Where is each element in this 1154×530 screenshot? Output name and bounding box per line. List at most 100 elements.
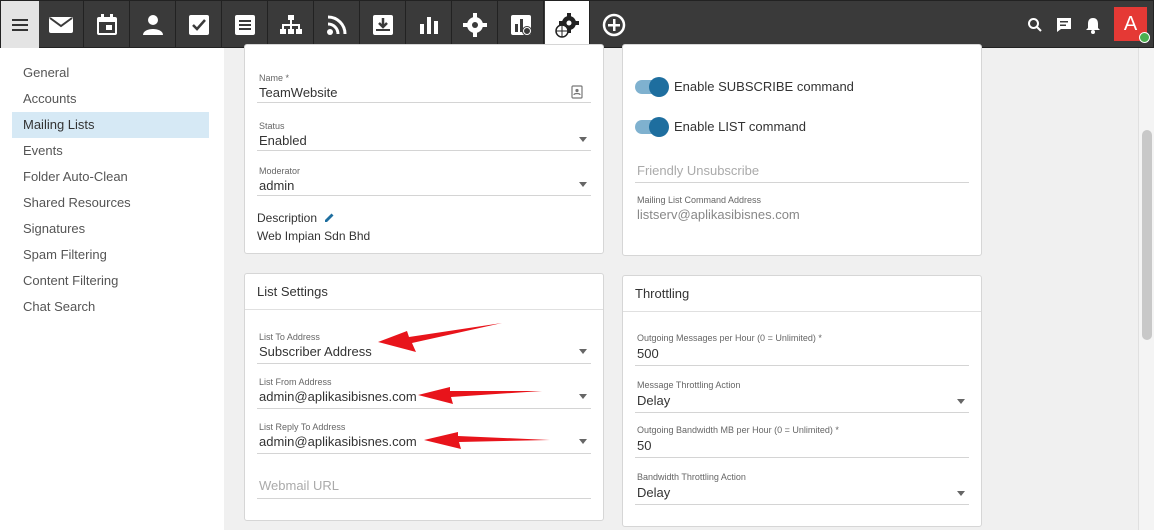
nav-rss-button[interactable]	[315, 1, 360, 48]
webmail-url-placeholder: Webmail URL	[259, 478, 339, 493]
throttling-title: Throttling	[623, 276, 981, 312]
sidebar-item-general[interactable]: General	[12, 60, 209, 86]
list-from-address-select[interactable]: List From Address admin@aplikasibisnes.c…	[257, 377, 591, 409]
notifications-button[interactable]	[1081, 13, 1105, 37]
status-value: Enabled	[259, 133, 307, 148]
chevron-down-icon	[579, 137, 587, 142]
menu-icon	[12, 19, 28, 31]
name-value: TeamWebsite	[259, 85, 338, 100]
list-settings-card: List Settings List To Address Subscriber…	[244, 273, 604, 521]
outgoing-bandwidth-value: 50	[637, 438, 652, 453]
menu-button[interactable]	[1, 1, 39, 49]
sidebar-item-signatures[interactable]: Signatures	[12, 216, 209, 242]
calendar-icon	[97, 13, 117, 35]
settings-icon	[463, 12, 487, 37]
bandwidth-throttling-action-label: Bandwidth Throttling Action	[637, 472, 746, 482]
chevron-down-icon	[579, 349, 587, 354]
settings-sidebar: General Accounts Mailing Lists Events Fo…	[0, 48, 222, 530]
status-select[interactable]: Status Enabled	[257, 121, 591, 151]
sidebar-item-mailing-lists[interactable]: Mailing Lists	[12, 112, 209, 138]
description-field: Description Web Impian Sdn Bhd	[257, 211, 591, 251]
sidebar-item-folder-auto-clean[interactable]: Folder Auto-Clean	[12, 164, 209, 190]
vertical-scrollbar[interactable]	[1138, 48, 1154, 530]
name-label: Name *	[259, 73, 290, 83]
list-to-address-value: Subscriber Address	[259, 344, 372, 359]
chat-button[interactable]	[1052, 13, 1076, 37]
nav-domain-reports-button[interactable]	[499, 1, 544, 48]
reports-icon	[420, 16, 438, 34]
chat-icon	[1057, 18, 1071, 32]
sitemap-icon	[280, 14, 302, 34]
list-settings-title: List Settings	[245, 274, 603, 310]
message-throttling-action-value: Delay	[637, 393, 671, 408]
nav-reports-button[interactable]	[407, 1, 452, 48]
moderator-value: admin	[259, 178, 295, 193]
sidebar-item-shared-resources[interactable]: Shared Resources	[12, 190, 209, 216]
nav-settings-button[interactable]	[453, 1, 498, 48]
list-to-address-select[interactable]: List To Address Subscriber Address	[257, 332, 591, 364]
tasks-icon	[189, 14, 209, 35]
name-field[interactable]: Name * TeamWebsite	[257, 73, 591, 103]
subscribe-command-label: Enable SUBSCRIBE command	[674, 79, 854, 94]
nav-domain-settings-button[interactable]	[545, 1, 590, 48]
online-status-indicator	[1139, 32, 1150, 43]
outgoing-messages-input[interactable]: Outgoing Messages per Hour (0 = Unlimite…	[635, 333, 969, 366]
webmail-url-input[interactable]: Webmail URL	[257, 472, 591, 499]
subscribe-command-toggle[interactable]	[635, 77, 669, 97]
main-content: Name * TeamWebsite Status Enabled Modera…	[224, 44, 1138, 530]
command-address-value: listserv@aplikasibisnes.com	[637, 207, 800, 222]
sidebar-item-accounts[interactable]: Accounts	[12, 86, 209, 112]
avatar-letter: A	[1123, 12, 1138, 35]
command-address-field: Mailing List Command Address listserv@ap…	[635, 195, 969, 225]
bandwidth-throttling-action-select[interactable]: Bandwidth Throttling Action Delay	[635, 472, 969, 505]
message-throttling-action-select[interactable]: Message Throttling Action Delay	[635, 380, 969, 413]
throttling-card: Throttling Outgoing Messages per Hour (0…	[622, 275, 982, 527]
nav-calendar-button[interactable]	[85, 1, 130, 48]
notes-icon	[235, 14, 255, 35]
chevron-down-icon	[957, 399, 965, 404]
list-from-address-label: List From Address	[259, 377, 332, 387]
general-card: Name * TeamWebsite Status Enabled Modera…	[244, 44, 604, 254]
sidebar-item-content-filtering[interactable]: Content Filtering	[12, 268, 209, 294]
moderator-select[interactable]: Moderator admin	[257, 166, 591, 196]
domain-settings-icon	[555, 12, 579, 38]
search-button[interactable]	[1023, 13, 1047, 37]
chevron-down-icon	[957, 491, 965, 496]
mail-icon	[49, 16, 73, 33]
list-command-toggle[interactable]	[635, 117, 669, 137]
domain-reports-icon	[511, 14, 532, 36]
list-reply-to-address-select[interactable]: List Reply To Address admin@aplikasibisn…	[257, 422, 591, 454]
list-to-address-label: List To Address	[259, 332, 320, 342]
message-throttling-action-label: Message Throttling Action	[637, 380, 741, 390]
sidebar-item-spam-filtering[interactable]: Spam Filtering	[12, 242, 209, 268]
outgoing-messages-label: Outgoing Messages per Hour (0 = Unlimite…	[637, 333, 822, 343]
sidebar-item-chat-search[interactable]: Chat Search	[12, 294, 209, 320]
user-avatar[interactable]: A	[1114, 7, 1150, 43]
chevron-down-icon	[579, 394, 587, 399]
moderator-label: Moderator	[259, 166, 301, 176]
outgoing-bandwidth-input[interactable]: Outgoing Bandwidth MB per Hour (0 = Unli…	[635, 425, 969, 458]
scrollbar-thumb[interactable]	[1142, 130, 1152, 340]
description-value: Web Impian Sdn Bhd	[257, 229, 371, 243]
command-address-label: Mailing List Command Address	[637, 195, 762, 205]
bandwidth-throttling-action-value: Delay	[637, 485, 671, 500]
description-label: Description	[257, 211, 318, 225]
nav-tasks-button[interactable]	[177, 1, 222, 48]
nav-archive-button[interactable]	[361, 1, 406, 48]
nav-sitemap-button[interactable]	[269, 1, 314, 48]
nav-contacts-button[interactable]	[131, 1, 176, 48]
top-navigation-bar: A	[0, 0, 1154, 49]
contact-card-icon	[571, 85, 583, 99]
nav-add-button[interactable]	[591, 1, 636, 48]
sidebar-item-events[interactable]: Events	[12, 138, 209, 164]
friendly-unsubscribe-placeholder: Friendly Unsubscribe	[637, 163, 760, 178]
list-from-address-value: admin@aplikasibisnes.com	[259, 389, 417, 404]
archive-icon	[373, 14, 393, 35]
bell-icon	[1086, 18, 1100, 34]
add-icon	[602, 13, 625, 36]
nav-email-button[interactable]	[39, 1, 84, 48]
edit-pencil-icon[interactable]	[324, 212, 335, 223]
rss-icon	[327, 15, 347, 35]
friendly-unsubscribe-input[interactable]: Friendly Unsubscribe	[635, 157, 969, 183]
nav-notes-button[interactable]	[223, 1, 268, 48]
